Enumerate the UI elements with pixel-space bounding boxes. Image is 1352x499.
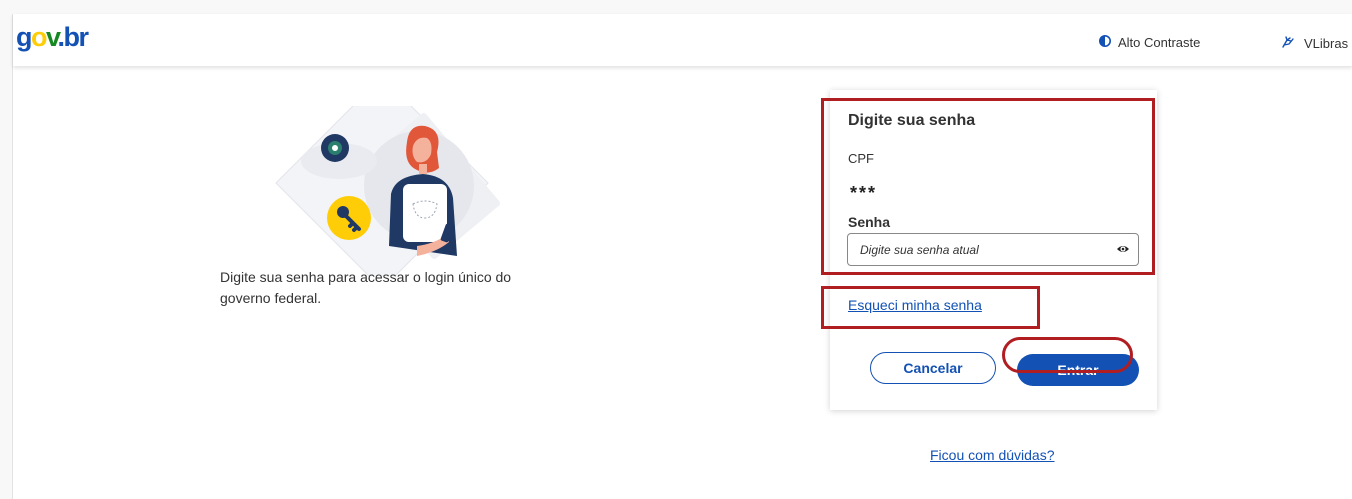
cancel-button[interactable]: Cancelar xyxy=(870,352,996,384)
logo-letter-v: v xyxy=(46,22,59,52)
high-contrast-toggle[interactable]: Alto Contraste xyxy=(1099,35,1200,50)
logo-letter-r: r xyxy=(78,22,90,52)
login-card: Digite sua senha CPF *** Senha Esqueci m… xyxy=(830,90,1157,410)
hands-sign-language-icon xyxy=(1281,35,1295,52)
high-contrast-label: Alto Contraste xyxy=(1118,35,1201,50)
eye-icon[interactable] xyxy=(1116,242,1130,261)
cpf-value: *** xyxy=(850,183,878,203)
browser-viewport: gov.br Alto Contraste VLibras Digite sua… xyxy=(12,14,1352,499)
header-bar: gov.br Alto Contraste VLibras xyxy=(13,14,1352,66)
vlibras-label: VLibras xyxy=(1304,36,1349,51)
login-description: Digite sua senha para acessar o login ún… xyxy=(220,269,512,306)
password-field-wrapper xyxy=(847,233,1139,266)
card-title: Digite sua senha xyxy=(848,112,976,129)
logo-letter-b: b xyxy=(63,22,81,52)
govbr-logo[interactable]: gov.br xyxy=(16,22,90,52)
enter-button[interactable]: Entrar xyxy=(1017,354,1139,386)
password-label: Senha xyxy=(848,214,891,230)
help-link[interactable]: Ficou com dúvidas? xyxy=(930,447,1055,463)
contrast-icon xyxy=(1099,35,1111,50)
logo-letter-g: g xyxy=(16,22,33,52)
cpf-label: CPF xyxy=(848,151,874,166)
password-input[interactable] xyxy=(848,234,1132,265)
login-illustration xyxy=(267,76,527,290)
logo-letter-o: o xyxy=(31,22,48,52)
vlibras-toggle[interactable]: VLibras xyxy=(1281,35,1348,52)
forgot-password-link[interactable]: Esqueci minha senha xyxy=(848,297,982,313)
